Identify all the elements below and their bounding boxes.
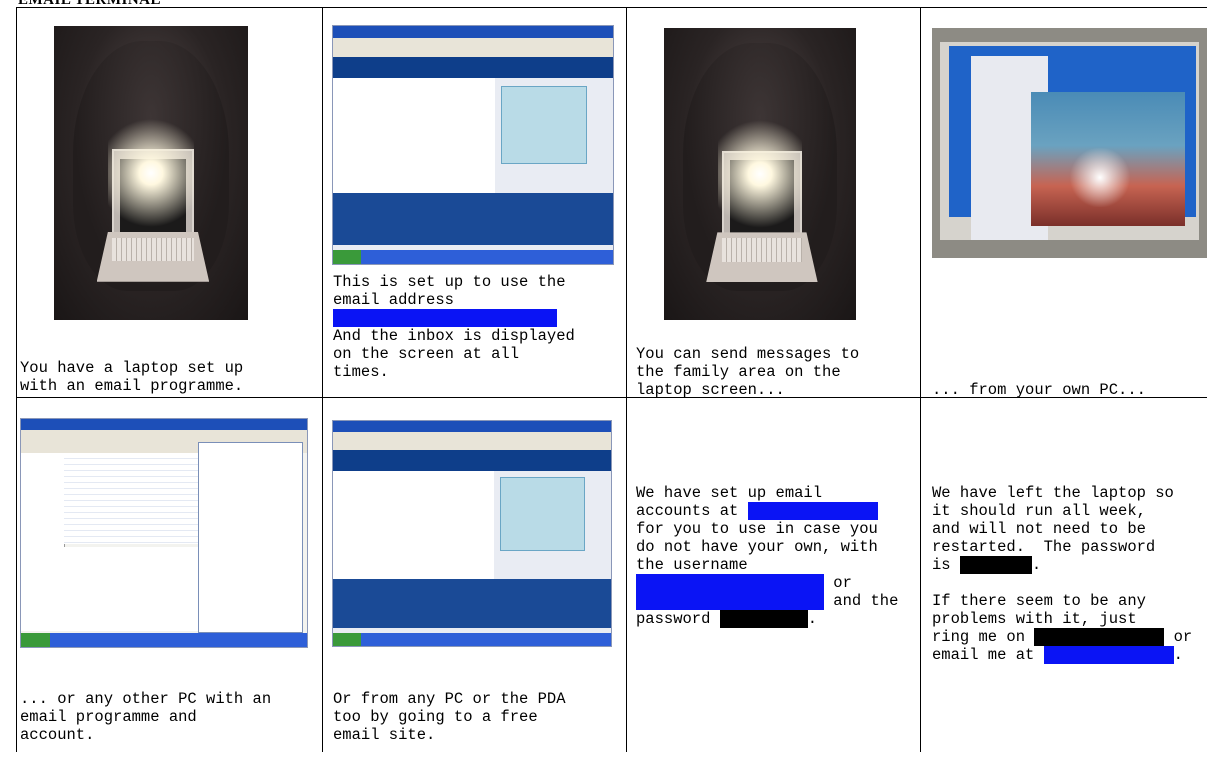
webmail-screenshot <box>332 420 612 647</box>
redacted-phone <box>1034 628 1165 646</box>
caption: We have left the laptop so it should run… <box>932 484 1193 664</box>
laptop-photo <box>54 26 248 320</box>
webmail-screenshot <box>332 25 614 265</box>
cell-other-pc: ... or any other PC with an email progra… <box>16 397 322 757</box>
caption: You have a laptop set up with an email p… <box>20 359 244 395</box>
instruction-table: You have a laptop set up with an email p… <box>16 7 1207 767</box>
laptop-photo <box>664 28 856 320</box>
redacted-password <box>719 610 808 628</box>
caption: You can send messages to the family area… <box>636 345 860 399</box>
cell-accounts: We have set up email accounts at for you… <box>626 397 920 757</box>
cell-contact: We have left the laptop so it should run… <box>920 397 1207 757</box>
redacted-username <box>636 574 824 592</box>
redacted-email-domain <box>747 502 878 520</box>
caption: Or from any PC or the PDA too by going t… <box>333 690 566 744</box>
redacted-username-alt <box>636 592 824 610</box>
redacted-password <box>959 556 1032 574</box>
cell-family-area: You can send messages to the family area… <box>626 7 920 399</box>
caption: This is set up to use the email address … <box>333 273 575 381</box>
cell-inbox: This is set up to use the email address … <box>322 7 626 397</box>
redacted-email-address <box>333 309 557 327</box>
cell-own-pc: ... from your own PC... <box>920 7 1207 399</box>
redacted-contact-email <box>1043 646 1174 664</box>
cell-laptop: You have a laptop set up with an email p… <box>16 7 322 397</box>
email-client-screenshot <box>20 418 308 648</box>
cell-webmail: Or from any PC or the PDA too by going t… <box>322 397 626 757</box>
monitor-photo <box>932 28 1207 258</box>
caption: We have set up email accounts at for you… <box>636 484 899 628</box>
caption: ... or any other PC with an email progra… <box>20 690 272 744</box>
